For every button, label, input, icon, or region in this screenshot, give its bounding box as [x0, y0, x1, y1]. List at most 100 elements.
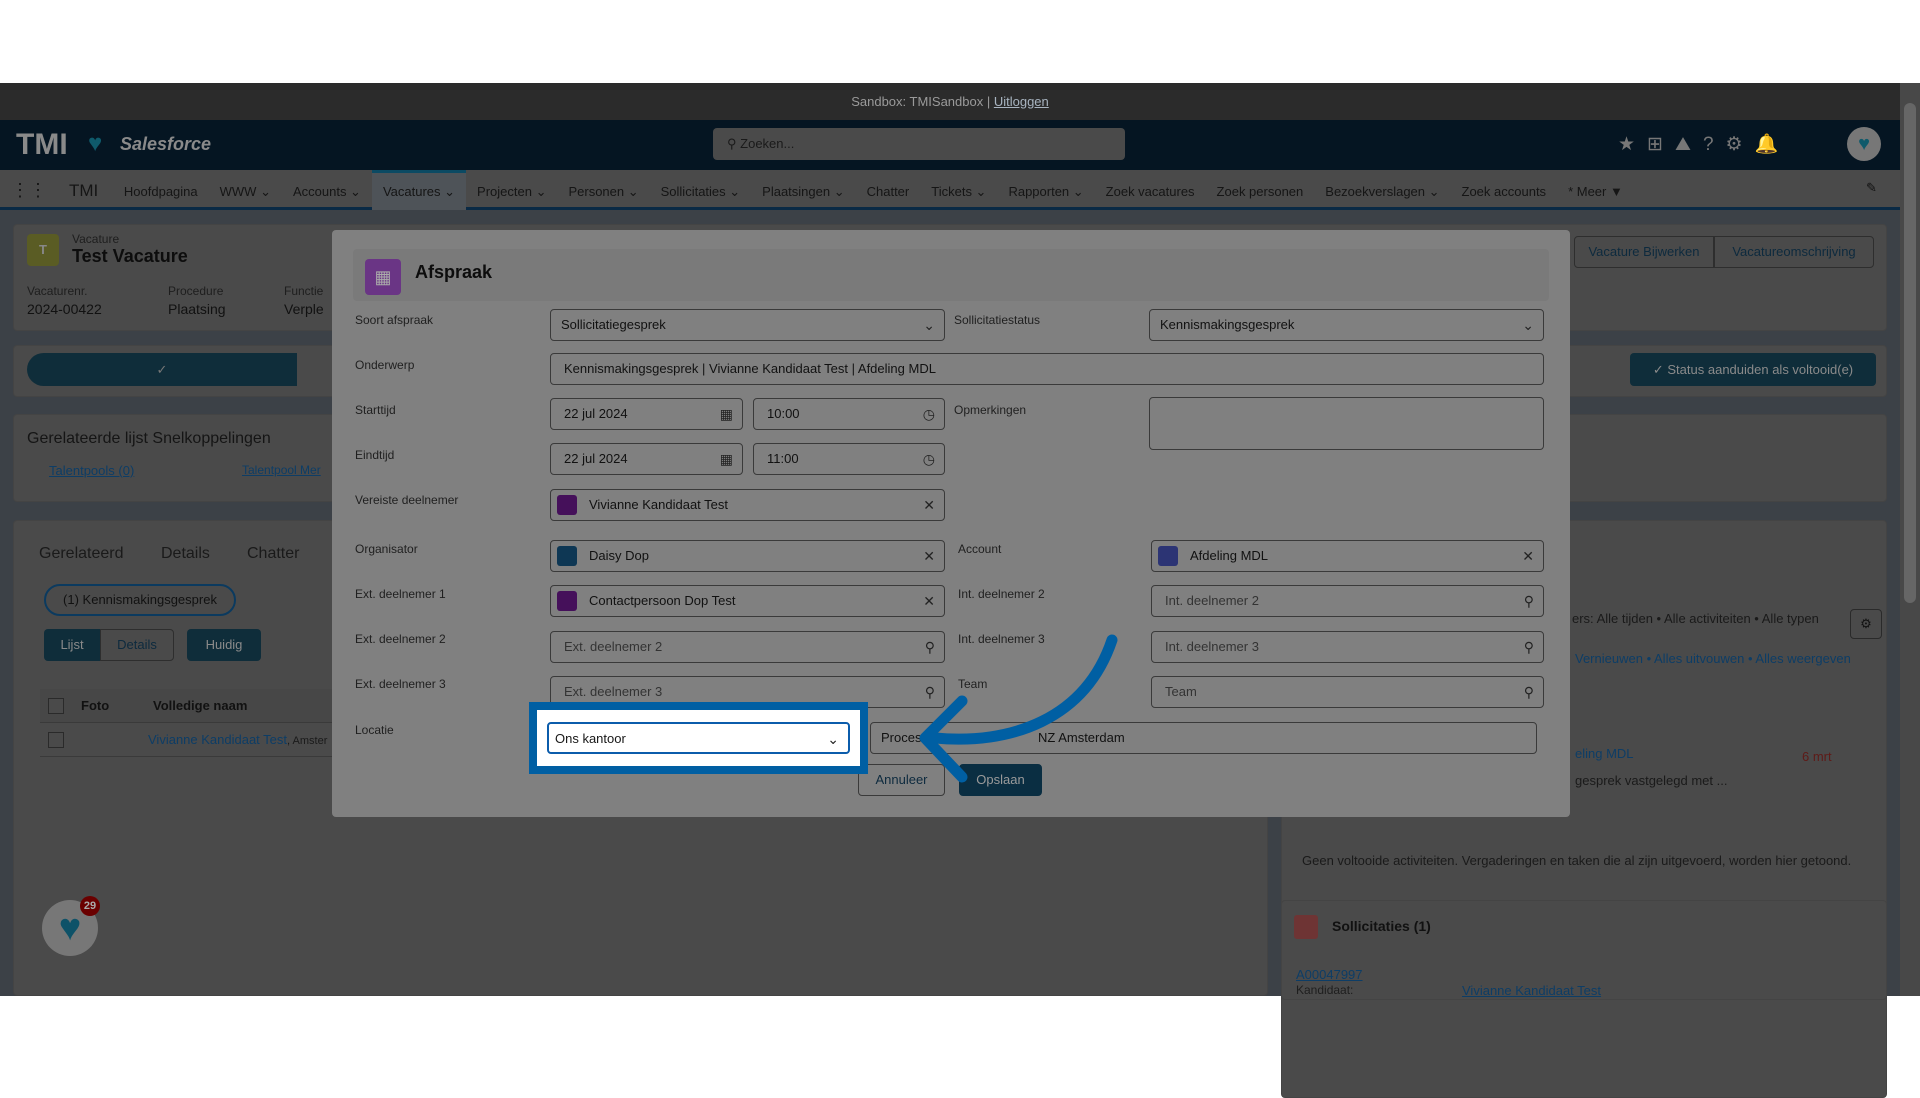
nav-bar: ⋮⋮ TMI Hoofdpagina WWW ⌄ Accounts ⌄ Vacature… — [0, 170, 1900, 210]
search-icon: ⚲ — [1523, 593, 1534, 609]
show-all-link[interactable]: Alles weergeven — [1755, 651, 1850, 666]
nav-item[interactable]: Zoek personen — [1206, 172, 1315, 212]
avatar[interactable]: ♥ — [1847, 127, 1881, 161]
favorites-icon[interactable]: ★ — [1618, 134, 1647, 155]
search-icon: ⚲ — [924, 684, 935, 700]
start-date-input[interactable]: 22 jul 2024 ▦ — [550, 398, 743, 430]
filter-pill[interactable]: (1) Kennismakingsgesprek — [44, 584, 236, 616]
remarks-textarea[interactable] — [1149, 397, 1544, 450]
talentpools-link[interactable]: Talentpools (0) — [49, 463, 134, 478]
close-icon[interactable]: ✕ — [923, 541, 935, 571]
nav-item[interactable]: Plaatsingen ⌄ — [751, 172, 855, 212]
details-toggle[interactable]: Details — [100, 629, 174, 661]
logout-link[interactable]: Uitloggen — [994, 94, 1049, 109]
nav-item[interactable]: Zoek accounts — [1451, 172, 1558, 212]
candidate-link[interactable]: Vivianne Kandidaat Test, Amster — [148, 732, 327, 747]
search-input[interactable]: ⚲ Zoeken... — [713, 128, 1125, 160]
close-icon[interactable]: ✕ — [923, 490, 935, 520]
user-icon — [557, 546, 577, 566]
nav-item[interactable]: WWW ⌄ — [209, 172, 282, 212]
talentpool-members-link[interactable]: Talentpool Mer — [242, 463, 321, 477]
trailhead-icon[interactable]: ⛰ — [1675, 134, 1703, 155]
app-launcher-icon[interactable]: ⋮⋮ — [0, 170, 58, 210]
required-attendee-lookup[interactable]: Vivianne Kandidaat Test ✕ — [550, 489, 945, 521]
highlight-box: Ons kantoor ⌄ — [529, 702, 868, 774]
application-status-select[interactable]: Kennismakingsgesprek ⌄ — [1149, 309, 1544, 341]
activity-settings-gear-icon[interactable]: ⚙ — [1850, 609, 1882, 639]
current-button[interactable]: Huidig — [187, 629, 261, 661]
nav-item[interactable]: Bezoekverslagen ⌄ — [1314, 172, 1450, 212]
activity-item-link[interactable]: eling MDL — [1575, 746, 1634, 761]
row-checkbox[interactable] — [48, 732, 64, 748]
nav-item[interactable]: Personen ⌄ — [557, 172, 649, 212]
heart-logo-icon: ♥ — [88, 130, 103, 157]
int-attendee-2-lookup[interactable]: Int. deelnemer 2 ⚲ — [1151, 585, 1544, 617]
calendar-icon[interactable]: ▦ — [720, 399, 733, 429]
location-select[interactable]: Ons kantoor ⌄ — [547, 722, 850, 754]
chevron-down-icon: ⌄ — [923, 317, 935, 333]
nav-item[interactable]: Tickets ⌄ — [920, 172, 997, 212]
nav-item[interactable]: Hoofdpagina — [113, 172, 209, 212]
appointment-modal: ▦ Afspraak Soort afspraak Sollicitatiege… — [332, 230, 1570, 817]
scrollbar[interactable] — [1900, 83, 1920, 996]
select-all-checkbox[interactable] — [48, 698, 64, 714]
help-icon[interactable]: ? — [1703, 134, 1726, 155]
logo: TMI — [16, 128, 68, 161]
vacancy-description-button[interactable]: Vacatureomschrijving — [1714, 236, 1874, 268]
subject-input[interactable]: Kennismakingsgesprek | Vivianne Kandidaa… — [550, 353, 1544, 385]
organizer-lookup[interactable]: Daisy Dop ✕ — [550, 540, 945, 572]
refresh-link[interactable]: Vernieuwen — [1575, 651, 1643, 666]
list-toggle[interactable]: Lijst — [44, 629, 100, 661]
nav-item[interactable]: Zoek vacatures — [1095, 172, 1206, 212]
expand-all-link[interactable]: Alles uitvouwen — [1654, 651, 1744, 666]
start-time-input[interactable]: 10:00 ◷ — [753, 398, 945, 430]
calendar-icon[interactable]: ▦ — [720, 444, 733, 474]
address-input[interactable]: Process NZ Amsterdam — [870, 722, 1537, 754]
modal-title: Afspraak — [415, 262, 493, 282]
nav-item[interactable]: Accounts ⌄ — [282, 172, 372, 212]
contact-icon — [557, 591, 577, 611]
edit-nav-icon[interactable]: ✎ — [1866, 180, 1877, 196]
clock-icon[interactable]: ◷ — [923, 399, 935, 429]
update-vacancy-button[interactable]: Vacature Bijwerken — [1574, 236, 1714, 268]
clock-icon[interactable]: ◷ — [923, 444, 935, 474]
nav-item[interactable]: Chatter — [856, 172, 921, 212]
vacancy-icon: T — [27, 234, 59, 266]
gear-icon[interactable]: ⚙ — [1726, 134, 1755, 155]
mark-complete-button[interactable]: ✓ Status aanduiden als voltooid(e) — [1630, 353, 1876, 386]
sandbox-bar: Sandbox: TMISandbox | Uitloggen — [0, 83, 1900, 120]
save-button[interactable]: Opslaan — [959, 764, 1042, 796]
tab-related[interactable]: Gerelateerd — [39, 545, 124, 563]
ext-attendee-1-lookup[interactable]: Contactpersoon Dop Test ✕ — [550, 585, 945, 617]
contact-icon — [557, 495, 577, 515]
end-date-input[interactable]: 22 jul 2024 ▦ — [550, 443, 743, 475]
calendar-icon: ▦ — [365, 259, 401, 295]
nav-item[interactable]: Rapporten ⌄ — [997, 172, 1094, 212]
tab-chatter[interactable]: Chatter — [247, 545, 299, 563]
path-step-complete[interactable]: ✓ — [27, 353, 297, 386]
chevron-down-icon: ⌄ — [827, 731, 839, 747]
int-attendee-3-lookup[interactable]: Int. deelnemer 3 ⚲ — [1151, 631, 1544, 663]
modal-header: ▦ Afspraak — [353, 249, 1549, 301]
close-icon[interactable]: ✕ — [1522, 541, 1534, 571]
account-lookup[interactable]: Afdeling MDL ✕ — [1151, 540, 1544, 572]
nav-item-active[interactable]: Vacatures ⌄ — [371, 170, 467, 210]
nav-item[interactable]: Projecten ⌄ — [466, 172, 557, 212]
application-link[interactable]: A00047997 — [1296, 967, 1363, 982]
end-time-input[interactable]: 11:00 ◷ — [753, 443, 945, 475]
candidate-link[interactable]: Vivianne Kandidaat Test — [1462, 983, 1601, 998]
tab-details[interactable]: Details — [161, 545, 210, 563]
nav-item[interactable]: Sollicitaties ⌄ — [650, 172, 752, 212]
close-icon[interactable]: ✕ — [923, 586, 935, 616]
chevron-down-icon: ⌄ — [1522, 317, 1534, 333]
bell-icon[interactable]: 🔔 — [1755, 134, 1791, 155]
cancel-button[interactable]: Annuleer — [858, 764, 945, 796]
add-icon[interactable]: ⊞ — [1647, 134, 1675, 155]
appointment-type-select[interactable]: Sollicitatiegesprek ⌄ — [550, 309, 945, 341]
search-icon: ⚲ — [1523, 639, 1534, 655]
ext-attendee-2-lookup[interactable]: Ext. deelnemer 2 ⚲ — [550, 631, 945, 663]
notification-badge: 29 — [80, 896, 100, 916]
search-icon: ⚲ — [727, 136, 737, 151]
nav-item[interactable]: * Meer ▼ — [1557, 172, 1634, 212]
team-lookup[interactable]: Team ⚲ — [1151, 676, 1544, 708]
